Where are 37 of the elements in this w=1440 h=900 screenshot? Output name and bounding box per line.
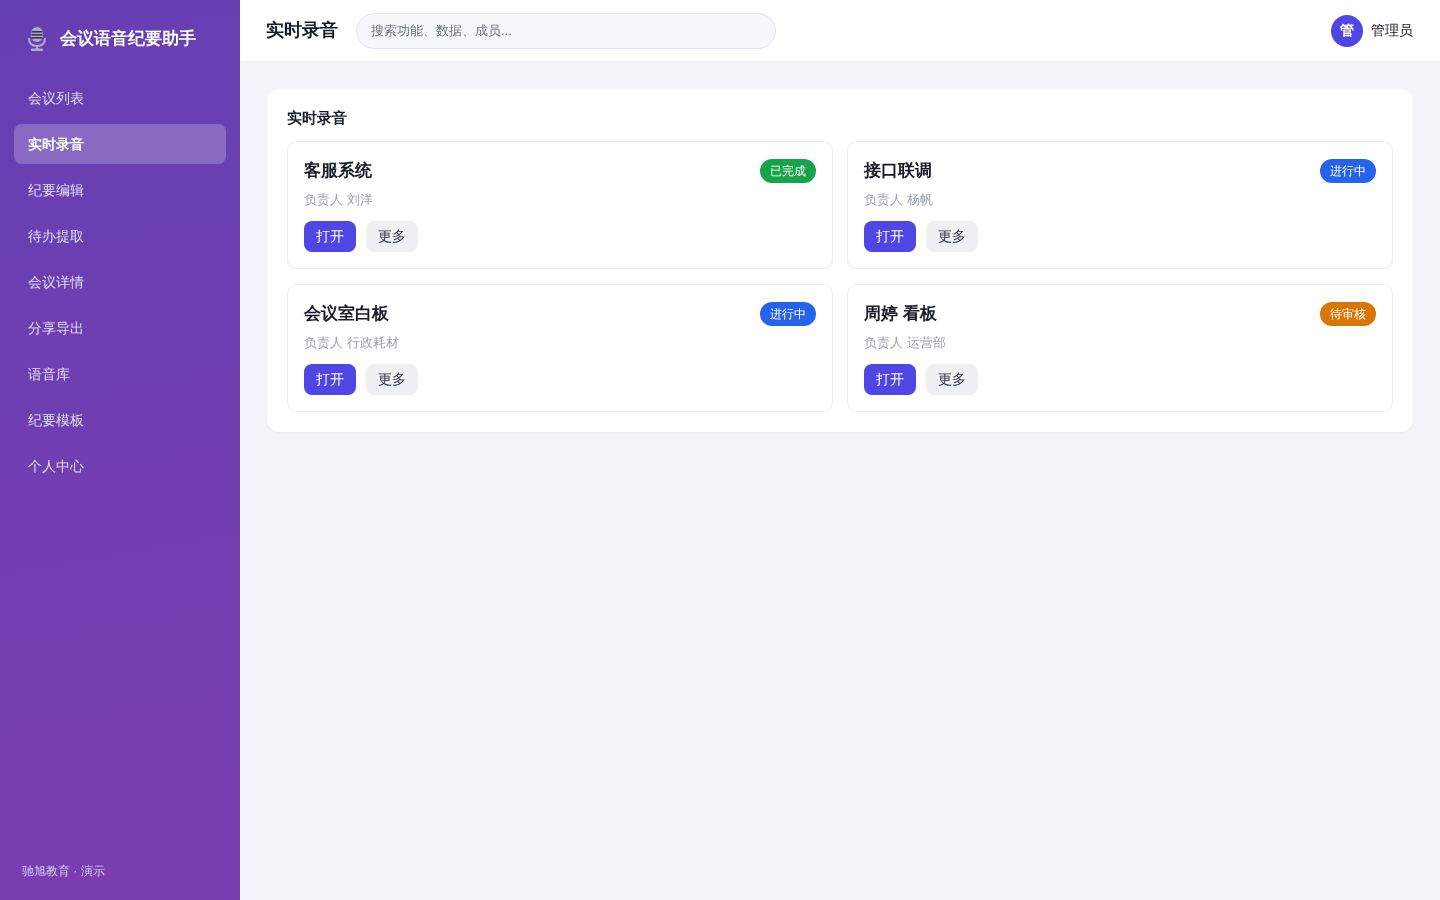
status-badge: 待审核 [1320,301,1376,326]
footer-text: 驰旭教育 · 演示 [21,863,106,880]
user-avatar[interactable]: 管 [1331,14,1363,47]
owner-text: 负责人 杨帆 [864,190,934,209]
status-badge: 进行中 [1320,158,1376,183]
panel-title: 实时录音 [287,109,348,127]
open-button[interactable]: 打开 [864,221,916,252]
open-button[interactable]: 打开 [864,364,916,395]
status-badge: 已完成 [760,158,816,183]
page-title: 实时录音 [266,19,338,42]
search-field[interactable]: 搜索功能、数据、成员... [356,12,776,49]
open-button[interactable]: 打开 [304,221,356,252]
sidebar-item[interactable]: 个人中心 [14,445,226,486]
sidebar-item[interactable]: 会议详情 [14,261,226,302]
card-title: 客服系统 [304,160,372,182]
sidebar-item[interactable]: 纪要编辑 [14,169,226,210]
open-button[interactable]: 打开 [304,364,356,395]
user-name: 管理员 [1371,21,1413,40]
more-button[interactable]: 更多 [926,221,978,252]
card-title: 周婷 看板 [864,303,937,325]
more-button[interactable]: 更多 [926,364,978,395]
sidebar-item[interactable]: 会议列表 [14,77,226,118]
sidebar-item[interactable]: 实时录音 [14,123,226,164]
owner-text: 负责人 运营部 [864,333,947,352]
sidebar-item[interactable]: 语音库 [14,353,226,394]
microphone-icon [28,26,46,51]
owner-text: 负责人 行政耗材 [304,333,400,352]
more-button[interactable]: 更多 [366,364,418,395]
sidebar-item[interactable]: 纪要模板 [14,399,226,440]
card-title: 会议室白板 [304,303,389,325]
card-title: 接口联调 [864,160,932,182]
sidebar-item[interactable]: 待办提取 [14,215,226,256]
sidebar-item[interactable]: 分享导出 [14,307,226,348]
owner-text: 负责人 刘洋 [304,190,374,209]
more-button[interactable]: 更多 [366,221,418,252]
app-title: 会议语音纪要助手 [60,28,196,50]
status-badge: 进行中 [760,301,816,326]
